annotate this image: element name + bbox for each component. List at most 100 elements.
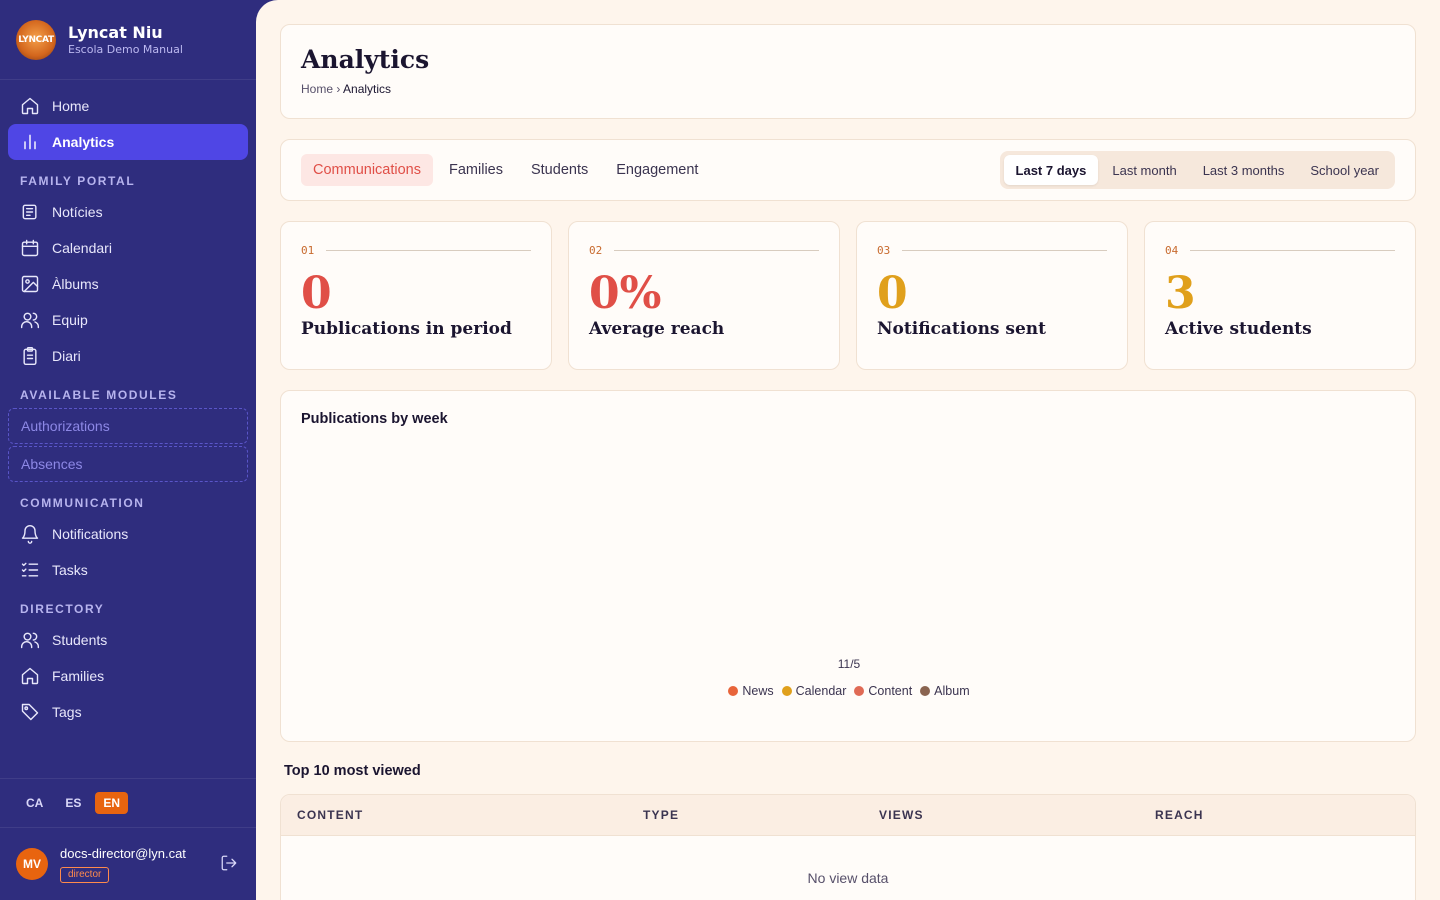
stat-number: 01 bbox=[301, 244, 315, 257]
sidebar-item-label: Analytics bbox=[52, 134, 115, 150]
legend-item[interactable]: Album bbox=[920, 684, 970, 698]
sidebar-item-label: Àlbums bbox=[52, 276, 99, 292]
empty-state: No view data bbox=[807, 870, 889, 886]
range-last-7-days[interactable]: Last 7 days bbox=[1003, 155, 1099, 185]
stat-value: 3 bbox=[1165, 268, 1196, 319]
chart-card: Publications by week 11/5 News Calendar Co… bbox=[280, 390, 1416, 742]
section-title-modules: AVAILABLE MODULES bbox=[20, 388, 178, 402]
page-header: Analytics Home › Analytics bbox=[280, 24, 1416, 119]
range-last-month[interactable]: Last month bbox=[1100, 155, 1188, 185]
module-authorizations[interactable]: Authorizations bbox=[8, 408, 248, 444]
logout-icon[interactable] bbox=[220, 854, 240, 874]
main-content: Analytics Home › Analytics Communication… bbox=[256, 0, 1440, 900]
stat-value: 0 bbox=[877, 268, 908, 319]
stat-card-publications: 01 0 Publications in period bbox=[280, 221, 552, 370]
sidebar-item-families[interactable]: Families bbox=[8, 658, 248, 694]
sidebar-item-tasks[interactable]: Tasks bbox=[8, 552, 248, 588]
tab-engagement[interactable]: Engagement bbox=[604, 154, 710, 186]
stat-label: Notifications sent bbox=[877, 319, 1047, 339]
lang-en[interactable]: EN bbox=[95, 792, 129, 814]
home-icon bbox=[20, 666, 40, 686]
stat-card-notifications: 03 0 Notifications sent bbox=[856, 221, 1128, 370]
sidebar: LYNCAT Lyncat Niu Escola Demo Manual Hom… bbox=[0, 0, 256, 900]
brand-subtitle: Escola Demo Manual bbox=[68, 43, 183, 56]
stat-number: 03 bbox=[877, 244, 891, 257]
sidebar-item-label: Calendari bbox=[52, 240, 112, 256]
role-badge: director bbox=[60, 866, 110, 883]
sidebar-item-students[interactable]: Students bbox=[8, 622, 248, 658]
tab-communications[interactable]: Communications bbox=[301, 154, 433, 186]
breadcrumb-home[interactable]: Home bbox=[301, 82, 333, 96]
range-last-3-months[interactable]: Last 3 months bbox=[1191, 155, 1297, 185]
sidebar-item-tags[interactable]: Tags bbox=[8, 694, 248, 730]
column-header[interactable]: REACH bbox=[1139, 808, 1204, 822]
sidebar-item-label: Equip bbox=[52, 312, 88, 328]
sidebar-item-label: Diari bbox=[52, 348, 81, 364]
sidebar-item-noticies[interactable]: Notícies bbox=[8, 194, 248, 230]
sidebar-item-calendari[interactable]: Calendari bbox=[8, 230, 248, 266]
legend-dot bbox=[781, 686, 792, 696]
legend-label: Album bbox=[934, 684, 970, 698]
tab-students[interactable]: Students bbox=[519, 154, 600, 186]
sidebar-item-home[interactable]: Home bbox=[8, 88, 248, 124]
legend-dot bbox=[854, 686, 865, 696]
sidebar-item-diari[interactable]: Diari bbox=[8, 338, 248, 374]
stat-number: 04 bbox=[1165, 244, 1179, 257]
list-check-icon bbox=[20, 560, 40, 580]
sidebar-item-label: Notícies bbox=[52, 204, 103, 220]
legend-item[interactable]: Calendar bbox=[781, 684, 846, 698]
sidebar-item-analytics[interactable]: Analytics bbox=[8, 124, 248, 160]
breadcrumb-separator: › bbox=[336, 82, 341, 96]
image-icon bbox=[20, 274, 40, 294]
legend-label: Content bbox=[868, 684, 913, 698]
breadcrumb: Home › Analytics bbox=[301, 82, 1395, 96]
stat-card-reach: 02 0% Average reach bbox=[568, 221, 840, 370]
sidebar-item-notifications[interactable]: Notifications bbox=[8, 516, 248, 552]
bell-icon bbox=[20, 524, 40, 544]
bar-chart-icon bbox=[20, 132, 40, 152]
top-viewed-table: CONTENT TYPE VIEWS REACH No view data bbox=[280, 794, 1416, 900]
lang-ca[interactable]: CA bbox=[18, 792, 51, 814]
sidebar-item-albums[interactable]: Àlbums bbox=[8, 266, 248, 302]
column-header[interactable]: VIEWS bbox=[863, 808, 1139, 822]
range-school-year[interactable]: School year bbox=[1298, 155, 1391, 185]
column-header[interactable]: TYPE bbox=[627, 808, 863, 822]
chart-title: Publications by week bbox=[301, 411, 448, 427]
section-title-family-portal: FAMILY PORTAL bbox=[20, 174, 136, 188]
column-header[interactable]: CONTENT bbox=[281, 808, 627, 822]
sidebar-item-label: Tags bbox=[52, 704, 82, 720]
tag-icon bbox=[20, 702, 40, 722]
breadcrumb-current: Analytics bbox=[343, 82, 392, 96]
stat-label: Publications in period bbox=[301, 319, 512, 339]
module-absences[interactable]: Absences bbox=[8, 446, 248, 482]
top-viewed-title: Top 10 most viewed bbox=[284, 763, 421, 779]
section-title-communication: COMMUNICATION bbox=[20, 496, 145, 510]
legend-item[interactable]: Content bbox=[854, 684, 912, 698]
language-switcher: CA ES EN bbox=[0, 778, 256, 828]
clipboard-icon bbox=[20, 346, 40, 366]
stat-value: 0 bbox=[301, 268, 332, 319]
stat-card-students: 04 3 Active students bbox=[1144, 221, 1416, 370]
legend-dot bbox=[920, 686, 931, 696]
avatar[interactable]: MV bbox=[16, 848, 48, 880]
tab-families[interactable]: Families bbox=[437, 154, 515, 186]
brand: LYNCAT Lyncat Niu Escola Demo Manual bbox=[0, 0, 256, 80]
sidebar-nav: Home Analytics FAMILY PORTAL Notícies Ca… bbox=[0, 80, 256, 730]
page-title: Analytics bbox=[301, 45, 430, 74]
sidebar-item-label: Students bbox=[52, 632, 108, 648]
legend-label: News bbox=[742, 684, 774, 698]
lang-es[interactable]: ES bbox=[57, 792, 89, 814]
tabs-bar: Communications Families Students Engagem… bbox=[280, 139, 1416, 201]
section-title-directory: DIRECTORY bbox=[20, 602, 105, 616]
legend-dot bbox=[728, 686, 739, 696]
users-icon bbox=[20, 310, 40, 330]
users-icon bbox=[20, 630, 40, 650]
sidebar-item-label: Tasks bbox=[52, 562, 88, 578]
brand-name: Lyncat Niu bbox=[68, 23, 163, 42]
legend-item[interactable]: News bbox=[728, 684, 774, 698]
user-email: docs-director@lyn.cat bbox=[60, 845, 186, 861]
x-tick-label: 11/5 bbox=[838, 657, 861, 671]
sidebar-item-label: Home bbox=[52, 98, 90, 114]
table-header: CONTENT TYPE VIEWS REACH bbox=[281, 795, 1415, 836]
sidebar-item-equip[interactable]: Equip bbox=[8, 302, 248, 338]
